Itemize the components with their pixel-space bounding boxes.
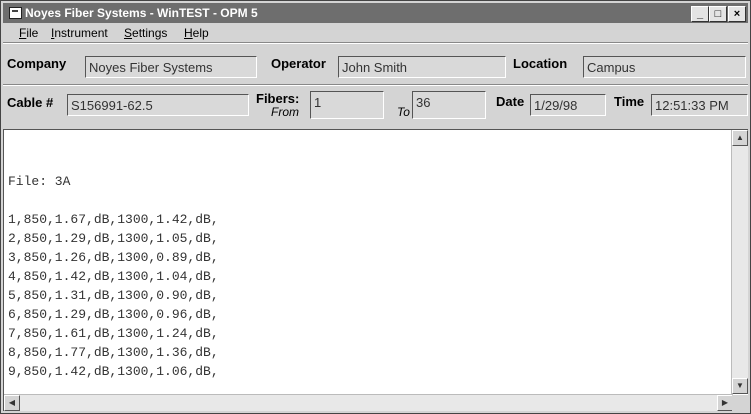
operator-label: Operator [271,56,326,71]
menu-file[interactable]: File [19,26,38,40]
list-item: 5,850,1.31,dB,1300,0.90,dB, [8,288,219,303]
minimize-button[interactable]: _ [691,6,709,22]
fibers-label: Fibers: [256,91,300,106]
horizontal-scrollbar[interactable]: ◀ ▶ [4,394,733,411]
app-window: Noyes Fiber Systems - WinTEST - OPM 5 _ … [0,0,751,414]
report-text-area[interactable]: File: 3A 1,850,1.67,dB,1300,1.42,dB, 2,8… [3,129,748,411]
file-line: File: 3A [8,174,71,189]
scroll-down-button[interactable]: ▼ [732,378,748,394]
company-field[interactable]: Noyes Fiber Systems [85,56,257,78]
fiber-to-field[interactable]: 36 [412,91,486,119]
cable-label: Cable # [7,95,54,110]
location-label: Location [513,56,568,71]
menu-instrument[interactable]: Instrument [51,26,108,40]
header-separator [3,84,748,86]
menu-bar: File Instrument Settings Help [3,24,748,41]
menu-help[interactable]: Help [184,26,209,40]
time-field[interactable]: 12:51:33 PM [651,94,748,116]
fiber-from-field[interactable]: 1 [310,91,384,119]
to-label: To [397,105,410,119]
menu-settings[interactable]: Settings [124,26,167,40]
date-label: Date [496,94,525,109]
location-field[interactable]: Campus [583,56,746,78]
close-button[interactable]: × [728,6,746,22]
company-label: Company [7,56,67,71]
list-item: 2,850,1.29,dB,1300,1.05,dB, [8,231,219,246]
date-field[interactable]: 1/29/98 [530,94,606,116]
list-item: 7,850,1.61,dB,1300,1.24,dB, [8,326,219,341]
maximize-button[interactable]: □ [709,6,727,22]
time-label: Time [614,94,645,109]
vertical-scrollbar[interactable]: ▲ ▼ [731,130,748,394]
list-item: 8,850,1.77,dB,1300,1.36,dB, [8,345,219,360]
scroll-up-button[interactable]: ▲ [732,130,748,146]
scroll-corner [732,395,748,411]
list-item: 4,850,1.42,dB,1300,1.04,dB, [8,269,219,284]
from-label: From [271,105,299,119]
list-item: 9,850,1.42,dB,1300,1.06,dB, [8,364,219,379]
window-title: Noyes Fiber Systems - WinTEST - OPM 5 [25,6,258,20]
list-item: 1,850,1.67,dB,1300,1.42,dB, [8,212,219,227]
list-item: 6,850,1.29,dB,1300,0.96,dB, [8,307,219,322]
cable-field[interactable]: S156991-62.5 [67,94,249,116]
title-bar[interactable]: Noyes Fiber Systems - WinTEST - OPM 5 _ … [3,3,748,23]
operator-field[interactable]: John Smith [338,56,506,78]
scroll-left-button[interactable]: ◀ [4,395,20,411]
menu-separator [3,42,748,44]
scroll-right-button[interactable]: ▶ [717,395,733,411]
list-item: 3,850,1.26,dB,1300,0.89,dB, [8,250,219,265]
app-icon[interactable] [9,7,22,19]
